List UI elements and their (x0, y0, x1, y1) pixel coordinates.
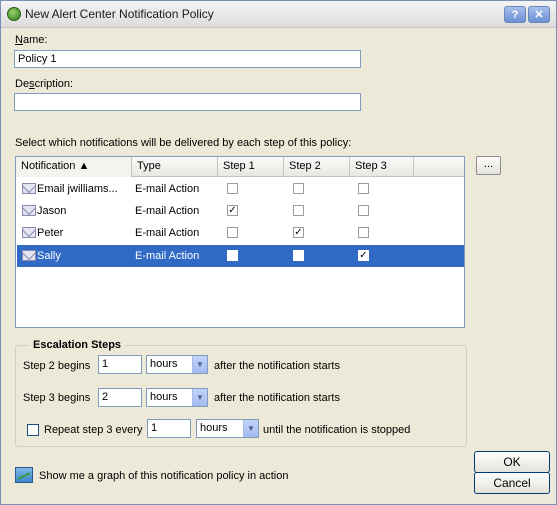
chevron-down-icon[interactable]: ▼ (192, 356, 207, 373)
envelope-icon (22, 227, 36, 238)
step2-suffix: after the notification starts (214, 360, 340, 372)
step2-value-input[interactable]: 1 (98, 355, 142, 374)
repeat-unit-value: hours (200, 422, 228, 434)
graph-icon[interactable] (15, 467, 33, 483)
help-button[interactable]: ? (504, 6, 526, 23)
envelope-icon (22, 205, 36, 216)
step2-checkbox[interactable] (293, 183, 304, 194)
step2-checkbox[interactable] (293, 205, 304, 216)
graph-link[interactable]: Show me a graph of this notification pol… (39, 470, 288, 482)
ok-button[interactable]: OK (474, 451, 550, 473)
row-type: E-mail Action (135, 205, 200, 217)
close-button[interactable]: ✕ (528, 6, 550, 23)
table-header: Notification ▲ Type Step 1 Step 2 Step 3 (16, 157, 464, 177)
table-row-selected[interactable]: Sally E-mail Action ✓ (17, 245, 464, 267)
step3-checkbox[interactable] (358, 227, 369, 238)
column-type[interactable]: Type (132, 157, 218, 177)
row-type: E-mail Action (135, 183, 200, 195)
row-name: Jason (37, 205, 67, 217)
table-row[interactable]: Email jwilliams... E-mail Action (17, 178, 464, 200)
cancel-button[interactable]: Cancel (474, 472, 550, 494)
repeat-value-input[interactable]: 1 (147, 419, 191, 438)
step1-checkbox[interactable] (227, 227, 238, 238)
dialog-window: New Alert Center Notification Policy ? ✕… (0, 0, 557, 505)
step2-unit-value: hours (150, 358, 178, 370)
name-label: Name: (15, 34, 48, 46)
browse-notifications-button[interactable]: ... (476, 156, 501, 175)
step3-checkbox[interactable]: ✓ (358, 250, 369, 261)
row-name: Sally (37, 250, 61, 262)
row-name: Email jwilliams... (37, 183, 118, 195)
column-step1[interactable]: Step 1 (218, 157, 284, 177)
column-notification[interactable]: Notification ▲ (16, 157, 132, 177)
step3-checkbox[interactable] (358, 183, 369, 194)
repeat-checkbox[interactable] (27, 424, 39, 436)
step2-checkbox[interactable] (293, 250, 304, 261)
envelope-icon (22, 250, 36, 261)
alert-center-icon (7, 7, 21, 21)
name-label-rest: ame: (22, 34, 48, 46)
description-label: Description: (15, 78, 74, 90)
step3-unit-select[interactable]: hours ▼ (146, 388, 208, 407)
chevron-down-icon[interactable]: ▼ (192, 389, 207, 406)
instructions-text: Select which notifications will be deliv… (15, 137, 352, 149)
notification-table[interactable]: Notification ▲ Type Step 1 Step 2 Step 3… (15, 156, 465, 328)
window-title: New Alert Center Notification Policy (25, 7, 214, 21)
step2-checkbox[interactable]: ✓ (293, 227, 304, 238)
envelope-icon (22, 183, 36, 194)
table-row[interactable]: Peter E-mail Action ✓ (17, 222, 464, 244)
step3-checkbox[interactable] (358, 205, 369, 216)
title-bar: New Alert Center Notification Policy ? ✕ (1, 1, 556, 28)
step3-unit-value: hours (150, 391, 178, 403)
step3-value-input[interactable]: 2 (98, 388, 142, 407)
step3-label: Step 3 begins (23, 392, 91, 404)
step2-label: Step 2 begins (23, 360, 91, 372)
escalation-title: Escalation Steps (29, 339, 126, 351)
description-input[interactable] (14, 93, 361, 111)
step1-checkbox[interactable] (227, 250, 238, 261)
table-row[interactable]: Jason E-mail Action ✓ (17, 200, 464, 222)
step3-suffix: after the notification starts (214, 392, 340, 404)
row-type: E-mail Action (135, 227, 200, 239)
column-step2[interactable]: Step 2 (284, 157, 350, 177)
step1-checkbox[interactable] (227, 183, 238, 194)
chevron-down-icon[interactable]: ▼ (243, 420, 258, 437)
repeat-unit-select[interactable]: hours ▼ (196, 419, 259, 438)
step1-checkbox[interactable]: ✓ (227, 205, 238, 216)
name-input[interactable]: Policy 1 (14, 50, 361, 68)
repeat-label[interactable]: Repeat step 3 every (44, 424, 142, 436)
row-type: E-mail Action (135, 250, 200, 262)
step2-unit-select[interactable]: hours ▼ (146, 355, 208, 374)
repeat-suffix: until the notification is stopped (263, 424, 411, 436)
row-name: Peter (37, 227, 64, 239)
column-step3[interactable]: Step 3 (350, 157, 414, 177)
